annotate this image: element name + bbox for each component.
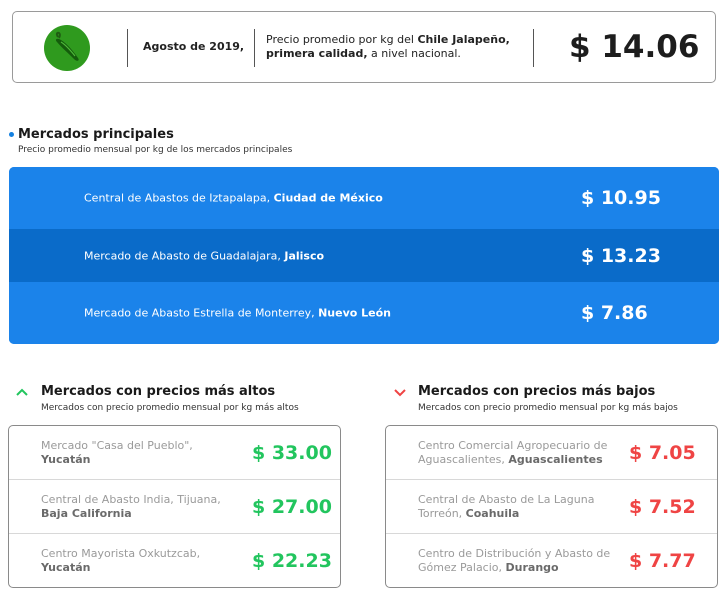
market-name: Mercado de Abasto Estrella de Monterrey,… xyxy=(84,306,392,320)
main-markets-title: Mercados principales xyxy=(18,127,174,142)
list-item: Centro Mayorista Oxkutzcab, Yucatán $ 22.… xyxy=(9,534,340,587)
bullet-icon xyxy=(9,132,14,137)
market-price: $ 22.23 xyxy=(252,549,332,572)
market-name: Centro de Distribución y Abasto de Gómez… xyxy=(418,546,611,574)
lowest-prices-list: Centro Comercial Agropecuario de Aguasca… xyxy=(385,425,718,588)
price-description: Precio promedio por kg del Chile Jalapeñ… xyxy=(266,33,510,60)
market-price: $ 13.23 xyxy=(581,244,661,267)
lowest-prices-title: Mercados con precios más bajos xyxy=(418,384,656,399)
chevron-down-icon xyxy=(394,389,406,397)
main-market-row: Mercado de Abasto de Guadalajara, Jalisc… xyxy=(9,229,719,282)
main-markets-subtitle: Precio promedio mensual por kg de los me… xyxy=(18,145,293,155)
market-name: Centro Comercial Agropecuario de Aguasca… xyxy=(418,438,608,466)
divider xyxy=(254,29,255,67)
market-name: Central de Abasto de La Laguna Torreón, … xyxy=(418,492,595,520)
list-item: Mercado "Casa del Pueblo", Yucatán $ 33.0… xyxy=(9,426,340,480)
divider xyxy=(533,29,534,67)
list-item: Central de Abasto India, Tijuana, Baja Ca… xyxy=(9,480,340,534)
main-market-row: Mercado de Abasto Estrella de Monterrey,… xyxy=(9,282,719,344)
market-price: $ 10.95 xyxy=(581,187,661,209)
highest-prices-title: Mercados con precios más altos xyxy=(41,384,276,399)
market-price: $ 7.52 xyxy=(629,495,696,518)
divider xyxy=(127,29,128,67)
market-price: $ 33.00 xyxy=(252,441,332,464)
market-price: $ 7.77 xyxy=(629,549,696,572)
market-name: Centro Mayorista Oxkutzcab, Yucatán xyxy=(41,546,201,574)
list-item: Centro de Distribución y Abasto de Gómez… xyxy=(386,534,717,587)
highest-prices-list: Mercado "Casa del Pueblo", Yucatán $ 33.0… xyxy=(8,425,341,588)
national-average-price: $ 14.06 xyxy=(569,29,700,65)
report-date: Agosto de 2019, xyxy=(143,40,245,53)
market-name: Mercado de Abasto de Guadalajara, Jalisc… xyxy=(84,249,325,262)
lowest-prices-subtitle: Mercados con precio promedio mensual por… xyxy=(418,403,678,413)
market-price: $ 7.86 xyxy=(581,302,648,324)
market-price: $ 7.05 xyxy=(629,441,696,464)
list-item: Central de Abasto de La Laguna Torreón, … xyxy=(386,480,717,534)
highest-prices-subtitle: Mercados con precio promedio mensual por… xyxy=(41,403,299,413)
market-price: $ 27.00 xyxy=(252,495,332,518)
main-markets-list: Central de Abastos de Iztapalapa, Ciudad… xyxy=(9,167,719,344)
market-name: Mercado "Casa del Pueblo", Yucatán xyxy=(41,438,193,466)
chevron-up-icon xyxy=(16,388,28,396)
summary-card: Agosto de 2019, Precio promedio por kg d… xyxy=(12,11,716,83)
main-market-row: Central de Abastos de Iztapalapa, Ciudad… xyxy=(9,167,719,229)
market-name: Central de Abastos de Iztapalapa, Ciudad… xyxy=(84,191,383,205)
chile-pepper-icon xyxy=(44,25,90,71)
list-item: Centro Comercial Agropecuario de Aguasca… xyxy=(386,426,717,480)
market-name: Central de Abasto India, Tijuana, Baja Ca… xyxy=(41,492,221,520)
